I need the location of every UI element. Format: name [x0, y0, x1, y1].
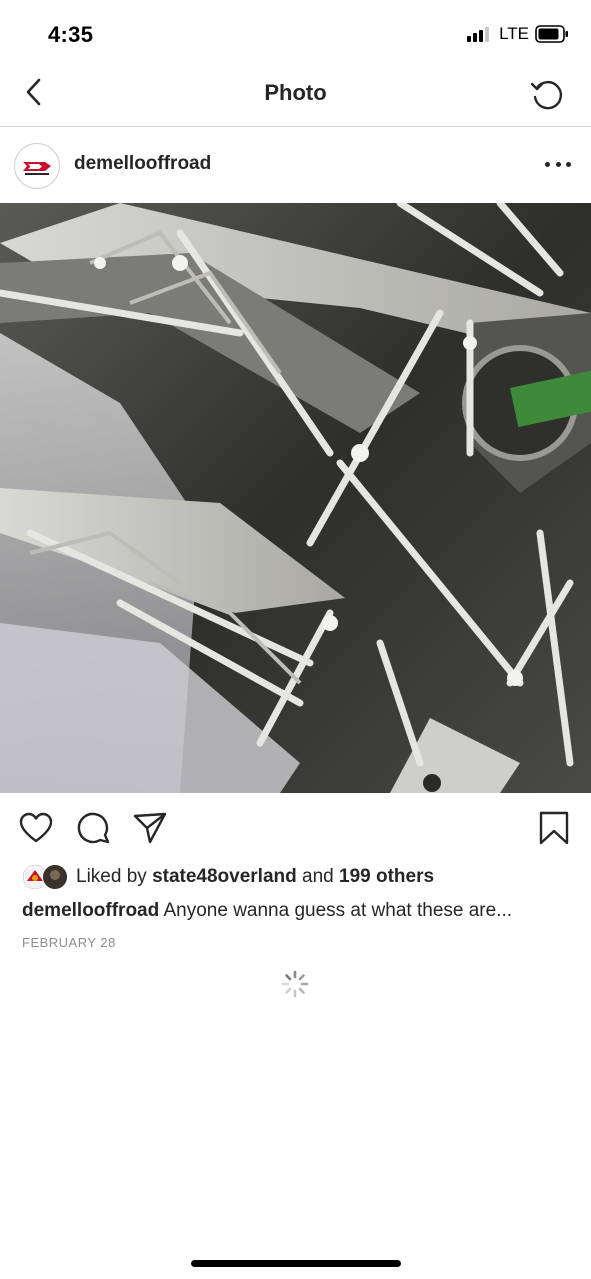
- likes-prefix: Liked by: [76, 866, 147, 887]
- send-icon: [133, 812, 167, 844]
- post-photo-graphic: [0, 203, 591, 793]
- comment-button[interactable]: [76, 810, 112, 846]
- post-caption: demellooffroad Anyone wanna guess at wha…: [22, 900, 582, 922]
- status-time: 4:35: [48, 22, 94, 47]
- likes-text: Liked by state48overland and 199 others: [76, 866, 434, 888]
- battery-icon: [535, 25, 568, 43]
- caption-username[interactable]: demellooffroad: [22, 900, 159, 921]
- signal-icon: [467, 26, 490, 42]
- caption-text[interactable]: Anyone wanna guess at what these are...: [163, 900, 512, 921]
- status-indicators: LTE: [467, 24, 569, 44]
- post-photo[interactable]: [0, 203, 591, 793]
- post-username[interactable]: demellooffroad: [74, 153, 211, 175]
- likes-others[interactable]: 199 others: [339, 866, 434, 887]
- loading-spinner-icon: [281, 970, 309, 998]
- post-date: FEBRUARY 28: [22, 935, 116, 950]
- bookmark-icon: [539, 811, 569, 845]
- refresh-icon: [530, 81, 562, 110]
- liker-avatars: [22, 864, 68, 890]
- network-type: LTE: [499, 24, 529, 43]
- avatar[interactable]: [14, 143, 60, 189]
- navigation-bar: Photo: [0, 60, 591, 127]
- likes-joiner: and: [302, 866, 334, 887]
- share-button[interactable]: [132, 810, 168, 846]
- page-title: Photo: [264, 80, 327, 105]
- status-bar: 4:35 LTE: [0, 0, 591, 60]
- post-actions: [0, 806, 591, 852]
- liker-username[interactable]: state48overland: [152, 866, 297, 887]
- dd-logo-icon: [16, 145, 58, 187]
- refresh-button[interactable]: [527, 74, 567, 114]
- comment-icon: [77, 812, 110, 844]
- like-button[interactable]: [18, 810, 54, 846]
- post-header: demellooffroad: [0, 127, 591, 203]
- avatar: [42, 864, 68, 890]
- likes-summary[interactable]: Liked by state48overland and 199 others: [22, 862, 434, 892]
- more-horizontal-icon[interactable]: [545, 157, 571, 171]
- save-button[interactable]: [536, 810, 572, 846]
- heart-icon: [19, 812, 53, 843]
- photo-detail-screen: 4:35 LTE Photo demellooffroad Liked by s…: [0, 0, 591, 1279]
- home-indicator[interactable]: [191, 1260, 401, 1267]
